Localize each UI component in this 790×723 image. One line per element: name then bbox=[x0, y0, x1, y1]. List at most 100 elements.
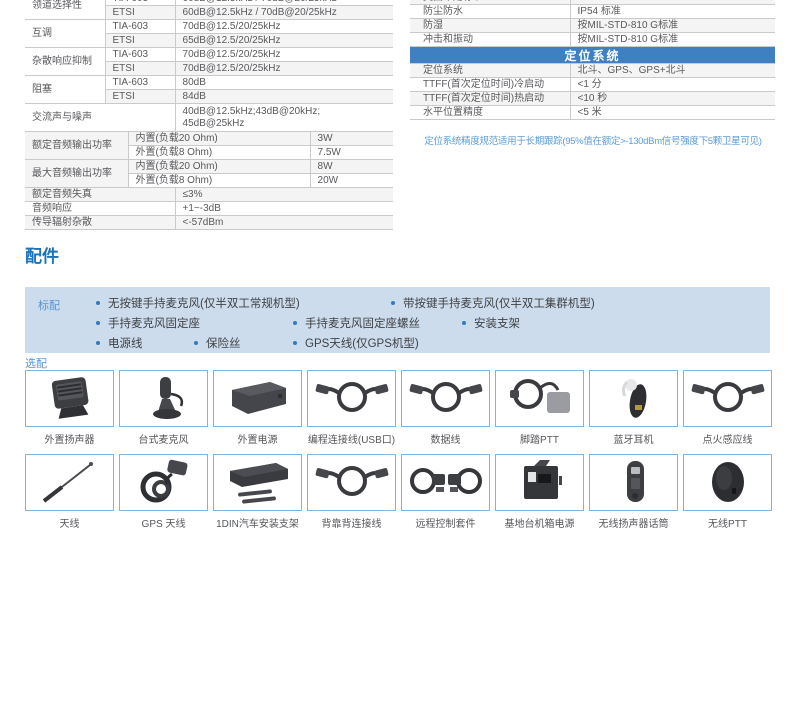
accessory-label: 无按键手持麦克风(仅半双工常规机型) bbox=[108, 295, 300, 311]
table-row: 防尘防水IP54 标准 bbox=[410, 5, 775, 19]
spec-value: 8W bbox=[310, 160, 393, 174]
spec-value: 20W bbox=[310, 174, 393, 188]
spec-value: 65dB@12.5/20/25kHz bbox=[175, 34, 393, 48]
table-row: 阻塞TIA-60380dB bbox=[25, 76, 393, 90]
cable-icon bbox=[307, 370, 396, 427]
accessory-label: 电源线 bbox=[108, 335, 143, 351]
accessory-name: 远程控制套件 bbox=[401, 515, 490, 530]
spec-value: +1~-3dB bbox=[175, 202, 393, 216]
spec-standard: ETSI bbox=[105, 90, 175, 104]
accessory-cell: 背靠背连接线 bbox=[307, 454, 396, 530]
spec-sub-condition: 外置(负载8 Ohm) bbox=[128, 146, 310, 160]
accessory-cell: 远程控制套件 bbox=[401, 454, 490, 530]
spec-label: TTFF(首次定位时间)冷启动 bbox=[410, 78, 570, 92]
table-row: 水平位置精度<5 米 bbox=[410, 106, 775, 120]
bullet-icon bbox=[391, 301, 395, 305]
power-box-icon bbox=[213, 370, 302, 427]
table-row: 交流声与噪声40dB@12.5kHz;43dB@20kHz; 45dB@25kH… bbox=[25, 104, 393, 132]
accessory-name: 无线扬声器话筒 bbox=[589, 515, 678, 530]
spec-label: 最大音频输出功率 bbox=[25, 160, 128, 188]
accessory-label: 带按键手持麦克风(仅半双工集群机型) bbox=[403, 295, 595, 311]
accessory-cell: 外置电源 bbox=[213, 370, 302, 446]
hand-mic-icon bbox=[589, 454, 678, 511]
positioning-note: 定位系统精度规范适用于长期跟踪(95%值在额定>-130dBm信号强度下5颗卫星… bbox=[404, 133, 782, 147]
accessory-label: 手持麦克风固定座 bbox=[108, 315, 200, 331]
accessory-cell: 天线 bbox=[25, 454, 114, 530]
optional-accessories-grid: 外置扬声器台式麦克风外置电源编程连接线(USB口)数据线脚踏PTT蓝牙耳机点火感… bbox=[25, 370, 772, 530]
spec-value: 7.5W bbox=[310, 146, 393, 160]
accessory-name: 台式麦克风 bbox=[119, 431, 208, 446]
spec-label: 水平位置精度 bbox=[410, 106, 570, 120]
speaker-icon bbox=[25, 370, 114, 427]
standard-accessory-item: 无按键手持麦克风(仅半双工常规机型) bbox=[96, 295, 391, 311]
spec-label: 阻塞 bbox=[25, 76, 105, 104]
table-row: 传导辐射杂散<-57dBm bbox=[25, 216, 393, 230]
accessory-label: GPS天线(仅GPS机型) bbox=[305, 335, 419, 351]
standard-config-label: 标配 bbox=[38, 293, 96, 353]
cable-icon bbox=[401, 370, 490, 427]
standard-accessory-item: 保险丝 bbox=[194, 335, 293, 351]
psu-icon bbox=[495, 454, 584, 511]
positioning-table: 定位系统北斗、GPS、GPS+北斗TTFF(首次定位时间)冷启动<1 分TTFF… bbox=[410, 63, 775, 120]
spec-value: IP54 标准 bbox=[570, 5, 775, 19]
spec-label: 防尘防水 bbox=[410, 5, 570, 19]
spec-value: 80dB bbox=[175, 76, 393, 90]
ptt-icon bbox=[683, 454, 772, 511]
standard-accessories-list: 无按键手持麦克风(仅半双工常规机型) 带按键手持麦克风(仅半双工集群机型) 手持麦克… bbox=[96, 293, 770, 353]
accessory-label: 安装支架 bbox=[474, 315, 520, 331]
table-row: 最大音频输出功率内置(负载20 Ohm)8W bbox=[25, 160, 393, 174]
rf-performance-table: 领道选择性TIA-60360dB@12.5kHz / 70dB@20/25kHz… bbox=[25, 0, 393, 230]
headset-icon bbox=[589, 370, 678, 427]
bullet-icon bbox=[462, 321, 466, 325]
desk-mic-icon bbox=[119, 370, 208, 427]
positioning-section-header: 定位系统 bbox=[410, 47, 775, 63]
accessory-name: 无线PTT bbox=[683, 515, 772, 530]
spec-standard: ETSI bbox=[105, 62, 175, 76]
spec-label: 定位系统 bbox=[410, 64, 570, 78]
spec-value: 70dB@12.5/20/25kHz bbox=[175, 20, 393, 34]
bracket-icon bbox=[213, 454, 302, 511]
spec-value: 40dB@12.5kHz;43dB@20kHz; 45dB@25kHz bbox=[175, 104, 393, 132]
table-row: 音频响应+1~-3dB bbox=[25, 202, 393, 216]
antenna-icon bbox=[25, 454, 114, 511]
accessory-cell: 台式麦克风 bbox=[119, 370, 208, 446]
accessory-cell: 外置扬声器 bbox=[25, 370, 114, 446]
accessories-heading: 配件 bbox=[25, 242, 59, 267]
accessory-cell: 无线PTT bbox=[683, 454, 772, 530]
environment-table: 美国军用标准MIL-STD-810 G防尘防水IP54 标准防湿按MIL-STD… bbox=[410, 0, 775, 47]
spec-label: 交流声与噪声 bbox=[25, 104, 175, 132]
bullet-icon bbox=[96, 341, 100, 345]
spec-label: TTFF(首次定位时间)热启动 bbox=[410, 92, 570, 106]
spec-label: 冲击和振动 bbox=[410, 33, 570, 47]
environment-positioning-column: 美国军用标准MIL-STD-810 G防尘防水IP54 标准防湿按MIL-STD… bbox=[410, 0, 775, 147]
cable-icon bbox=[307, 454, 396, 511]
standard-accessory-item: 安装支架 bbox=[462, 315, 520, 331]
spec-value: 北斗、GPS、GPS+北斗 bbox=[570, 64, 775, 78]
rf-performance-table-wrap: 领道选择性TIA-60360dB@12.5kHz / 70dB@20/25kHz… bbox=[25, 0, 393, 230]
table-row: 额定音频输出功率内置(负载20 Ohm)3W bbox=[25, 132, 393, 146]
accessory-cell: 数据线 bbox=[401, 370, 490, 446]
table-row: 防湿按MIL-STD-810 G标准 bbox=[410, 19, 775, 33]
accessory-label: 保险丝 bbox=[206, 335, 241, 351]
spec-standard: TIA-603 bbox=[105, 76, 175, 90]
pedal-icon bbox=[495, 370, 584, 427]
accessory-name: 背靠背连接线 bbox=[307, 515, 396, 530]
kit-icon bbox=[401, 454, 490, 511]
accessory-name: 天线 bbox=[25, 515, 114, 530]
bullet-icon bbox=[96, 321, 100, 325]
bullet-icon bbox=[293, 321, 297, 325]
spec-value: <1 分 bbox=[570, 78, 775, 92]
cable-icon bbox=[683, 370, 772, 427]
spec-value: ≤3% bbox=[175, 188, 393, 202]
spec-standard: TIA-603 bbox=[105, 20, 175, 34]
table-row: 杂散响应抑制TIA-60370dB@12.5/20/25kHz bbox=[25, 48, 393, 62]
spec-label: 音频响应 bbox=[25, 202, 175, 216]
spec-label: 互调 bbox=[25, 20, 105, 48]
standard-accessory-item: GPS天线(仅GPS机型) bbox=[293, 335, 419, 351]
spec-standard: ETSI bbox=[105, 6, 175, 20]
spec-label: 传导辐射杂散 bbox=[25, 216, 175, 230]
spec-standard: TIA-603 bbox=[105, 48, 175, 62]
table-row: 定位系统北斗、GPS、GPS+北斗 bbox=[410, 64, 775, 78]
table-row: 互调TIA-60370dB@12.5/20/25kHz bbox=[25, 20, 393, 34]
standard-accessory-row: 电源线 保险丝 GPS天线(仅GPS机型) bbox=[96, 333, 770, 353]
